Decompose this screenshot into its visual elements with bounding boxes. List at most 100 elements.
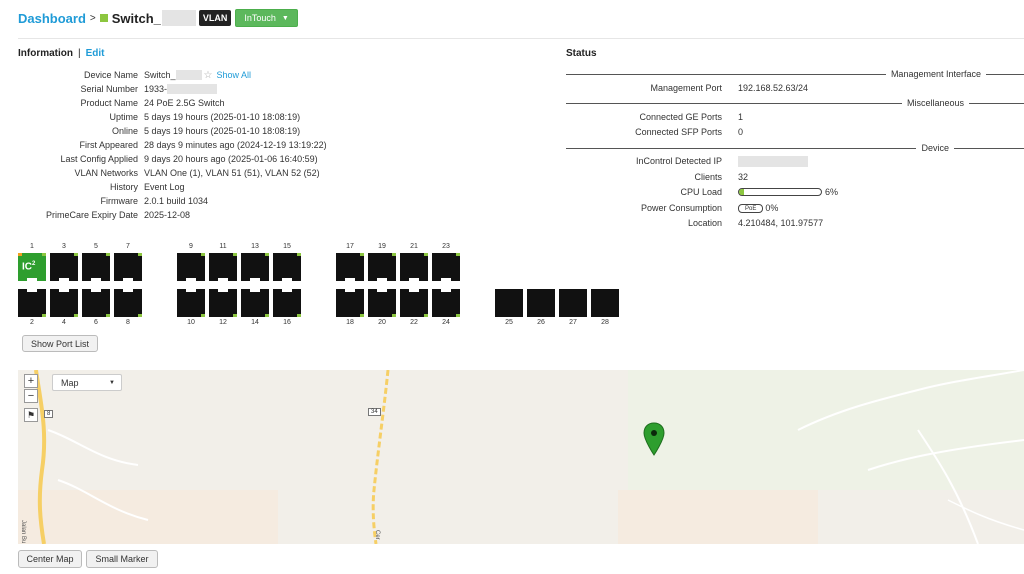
port-number: 15 (283, 243, 291, 250)
port-12[interactable] (209, 289, 237, 317)
port-5[interactable] (82, 253, 110, 281)
port-22[interactable] (400, 289, 428, 317)
info-row-last-config: Last Config Applied 9 days 20 hours ago … (18, 152, 317, 166)
status-row-location: Location 4.210484, 101.97577 (566, 216, 823, 230)
port-3[interactable] (50, 253, 78, 281)
port-number: 21 (410, 243, 418, 250)
info-value: 2025-12-08 (144, 210, 191, 220)
port-15[interactable] (273, 253, 301, 281)
port-20[interactable] (368, 289, 396, 317)
port-link-led (42, 314, 46, 317)
header-divider (18, 38, 1024, 39)
port-28[interactable] (591, 289, 619, 317)
status-value: 192.168.52.63/24 (738, 83, 809, 93)
port-11[interactable] (209, 253, 237, 281)
port-14[interactable] (241, 289, 269, 317)
small-marker-button[interactable]: Small Marker (86, 550, 158, 568)
port-link-led (74, 253, 78, 256)
street-view-icon[interactable]: ⚑ (24, 408, 38, 422)
status-value: 32 (738, 172, 749, 182)
port-notch (218, 289, 228, 292)
caret-down-icon: ▼ (281, 14, 289, 22)
port-6[interactable] (82, 289, 110, 317)
port-17[interactable] (336, 253, 364, 281)
port-notch (123, 289, 133, 292)
redacted-value (175, 70, 202, 80)
port-13[interactable] (241, 253, 269, 281)
port-link-led (265, 253, 269, 256)
info-value: 2.0.1 build 1034 (144, 196, 209, 206)
intouch-button[interactable]: InTouch ▼ (235, 9, 298, 27)
port-19[interactable] (368, 253, 396, 281)
port-number: 11 (219, 243, 227, 250)
port-21[interactable] (400, 253, 428, 281)
zoom-out-button[interactable]: − (24, 389, 38, 403)
center-map-button[interactable]: Center Map (18, 550, 82, 568)
port-7[interactable] (114, 253, 142, 281)
breadcrumb-dashboard[interactable]: Dashboard (18, 11, 86, 26)
redacted-ip (738, 155, 808, 167)
port-notch (409, 278, 419, 281)
port-24[interactable] (432, 289, 460, 317)
port-link-led (456, 314, 460, 317)
port-link-led (392, 253, 396, 256)
port-notch (186, 278, 196, 281)
port-25[interactable] (495, 289, 523, 317)
edit-link[interactable]: Edit (86, 48, 105, 59)
info-value: 5 days 19 hours (2025-01-10 18:08:19) (144, 126, 301, 136)
location-map[interactable]: + − ⚑ Map ▼ 8 34 Jalan Bu Cer (18, 370, 1024, 544)
port-16[interactable] (273, 289, 301, 317)
power-value: 0% (765, 203, 779, 213)
port-link-led (106, 314, 110, 317)
heading-divider: | (78, 48, 81, 59)
port-number: 7 (126, 243, 130, 250)
port-number: 26 (537, 319, 545, 326)
port-18[interactable] (336, 289, 364, 317)
port-number: 9 (189, 243, 193, 250)
zoom-in-button[interactable]: + (24, 374, 38, 388)
info-key: VLAN Networks (74, 168, 138, 178)
port-number: 24 (442, 319, 450, 326)
info-key: Product Name (80, 98, 138, 108)
poe-badge: PoE (738, 203, 764, 213)
port-10[interactable] (177, 289, 205, 317)
show-port-list-button[interactable]: Show Port List (22, 335, 98, 352)
port-notch (91, 289, 101, 292)
section-divider (566, 148, 1024, 149)
info-key: History (109, 182, 138, 192)
location-marker-icon[interactable] (642, 422, 666, 456)
port-link-led (360, 314, 364, 317)
map-tiles (18, 370, 1024, 544)
port-notch (345, 278, 355, 281)
port-1[interactable]: IC2 (18, 253, 46, 281)
map-type-select[interactable]: Map ▼ (52, 374, 122, 391)
port-2[interactable] (18, 289, 46, 317)
port-link-led (74, 314, 78, 317)
port-number: 8 (126, 319, 130, 326)
port-number: 16 (283, 319, 291, 326)
port-number: 22 (410, 319, 418, 326)
port-link-led (18, 253, 22, 256)
info-row-device-name: Device Name Switch_ ☆ Show All (18, 68, 251, 82)
info-value: 5 days 19 hours (2025-01-10 18:08:19) (144, 112, 301, 122)
device-name-value: Switch_ (144, 70, 176, 80)
vlan-badge: VLAN (198, 10, 232, 26)
port-9[interactable] (177, 253, 205, 281)
info-key: First Appeared (79, 140, 138, 150)
port-number: 6 (94, 319, 98, 326)
road-shield-34: 34 (368, 408, 381, 416)
port-26[interactable] (527, 289, 555, 317)
show-all-link[interactable]: Show All (216, 70, 251, 80)
port-number: 13 (251, 243, 259, 250)
port-27[interactable] (559, 289, 587, 317)
caret-down-icon: ▼ (109, 379, 115, 386)
port-link-led (106, 253, 110, 256)
star-icon[interactable]: ☆ (204, 70, 213, 81)
port-8[interactable] (114, 289, 142, 317)
port-4[interactable] (50, 289, 78, 317)
port-23[interactable] (432, 253, 460, 281)
event-log-link[interactable]: Event Log (144, 182, 185, 192)
page-header: Dashboard > Switch_ VLAN InTouch ▼ (18, 8, 298, 28)
port-link-led (297, 314, 301, 317)
port-notch (345, 289, 355, 292)
